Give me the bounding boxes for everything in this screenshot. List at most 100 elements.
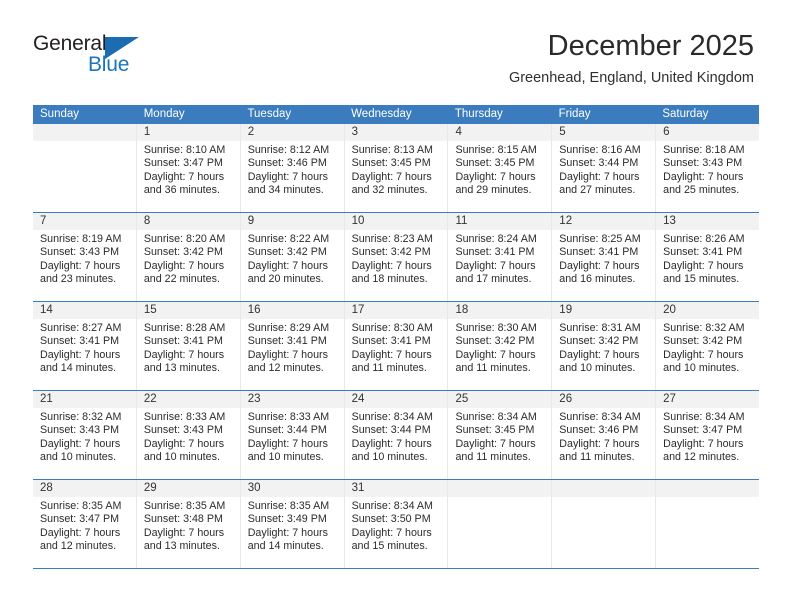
day-cell-28[interactable]: Sunrise: 8:35 AM Sunset: 3:47 PM Daylight:… (33, 497, 137, 568)
daylight-text-line1: Daylight: 7 hours (663, 348, 744, 361)
day-number-14[interactable]: 14 (33, 302, 137, 319)
day-number-row: 14 15 16 17 18 19 20 (33, 302, 759, 319)
day-cell-26[interactable]: Sunrise: 8:34 AM Sunset: 3:46 PM Daylight:… (552, 408, 657, 479)
day-cell-8[interactable]: Sunrise: 8:20 AM Sunset: 3:42 PM Daylight:… (137, 230, 241, 301)
day-cell-5[interactable]: Sunrise: 8:16 AM Sunset: 3:44 PM Daylight:… (552, 141, 657, 212)
day-cell-1[interactable]: Sunrise: 8:10 AM Sunset: 3:47 PM Daylight:… (137, 141, 241, 212)
daylight-text-line2: and 10 minutes. (143, 450, 220, 463)
day-cell-22[interactable]: Sunrise: 8:33 AM Sunset: 3:43 PM Daylight:… (137, 408, 241, 479)
day-cell-12[interactable]: Sunrise: 8:25 AM Sunset: 3:41 PM Daylight:… (552, 230, 657, 301)
day-cell-21[interactable]: Sunrise: 8:32 AM Sunset: 3:43 PM Daylight:… (33, 408, 137, 479)
sunset-text: Sunset: 3:43 PM (143, 424, 223, 437)
day-cell-2[interactable]: Sunrise: 8:12 AM Sunset: 3:46 PM Daylight:… (241, 141, 345, 212)
day-cell-3[interactable]: Sunrise: 8:13 AM Sunset: 3:45 PM Daylight:… (345, 141, 449, 212)
sunrise-text: Sunrise: 8:34 AM (351, 411, 433, 423)
sunset-text: Sunset: 3:42 PM (143, 246, 223, 259)
day-number-20[interactable]: 20 (656, 302, 759, 319)
day-cell-9[interactable]: Sunrise: 8:22 AM Sunset: 3:42 PM Daylight:… (241, 230, 345, 301)
day-number-16[interactable]: 16 (241, 302, 345, 319)
calendar-week-row: 1 2 3 4 5 6 Sunrise: 8:10 AM Sunset: 3:47 PM Day… (33, 124, 759, 213)
day-cell-10[interactable]: Sunrise: 8:23 AM Sunset: 3:42 PM Daylight:… (345, 230, 449, 301)
day-number-30[interactable]: 30 (241, 480, 345, 497)
sunset-text: Sunset: 3:41 PM (40, 335, 120, 348)
day-number-17[interactable]: 17 (345, 302, 449, 319)
page-subtitle: Greenhead, England, United Kingdom (508, 70, 754, 86)
daylight-text-line1: Daylight: 7 hours (559, 437, 640, 450)
day-number-6[interactable]: 6 (656, 124, 759, 141)
sunset-text: Sunset: 3:47 PM (143, 157, 223, 170)
day-number-29[interactable]: 29 (137, 480, 241, 497)
day-number-13[interactable]: 13 (656, 213, 759, 230)
daylight-text-line1: Daylight: 7 hours (351, 259, 432, 272)
day-cell-7[interactable]: Sunrise: 8:19 AM Sunset: 3:43 PM Daylight:… (33, 230, 137, 301)
day-detail-row: Sunrise: 8:19 AM Sunset: 3:43 PM Daylight:… (33, 230, 759, 301)
day-number-18[interactable]: 18 (448, 302, 553, 319)
day-cell-19[interactable]: Sunrise: 8:31 AM Sunset: 3:42 PM Daylight:… (552, 319, 657, 390)
day-number-1[interactable]: 1 (137, 124, 241, 141)
sunset-text: Sunset: 3:42 PM (663, 335, 743, 348)
daylight-text-line2: and 11 minutes. (455, 450, 531, 463)
sunset-text: Sunset: 3:42 PM (351, 246, 431, 259)
day-number-3[interactable]: 3 (345, 124, 449, 141)
calendar-week-row: 28 29 30 31 Sunrise: 8:35 AM Sunset: 3:47 PM D… (33, 480, 759, 569)
day-number-5[interactable]: 5 (552, 124, 657, 141)
day-number-9[interactable]: 9 (241, 213, 345, 230)
sunset-text: Sunset: 3:41 PM (247, 335, 327, 348)
day-cell-24[interactable]: Sunrise: 8:34 AM Sunset: 3:44 PM Daylight:… (345, 408, 449, 479)
day-number-15[interactable]: 15 (137, 302, 241, 319)
day-cell-18[interactable]: Sunrise: 8:30 AM Sunset: 3:42 PM Daylight:… (448, 319, 553, 390)
day-number-11[interactable]: 11 (448, 213, 553, 230)
daylight-text-line1: Daylight: 7 hours (247, 259, 328, 272)
day-cell-empty (448, 497, 553, 568)
sunrise-text: Sunrise: 8:34 AM (455, 411, 537, 423)
day-number-26[interactable]: 26 (552, 391, 657, 408)
daylight-text-line2: and 32 minutes. (351, 183, 428, 196)
day-number-24[interactable]: 24 (345, 391, 449, 408)
sunset-text: Sunset: 3:44 PM (559, 157, 639, 170)
day-cell-29[interactable]: Sunrise: 8:35 AM Sunset: 3:48 PM Daylight:… (137, 497, 241, 568)
day-cell-31[interactable]: Sunrise: 8:34 AM Sunset: 3:50 PM Daylight:… (345, 497, 449, 568)
day-number-31[interactable]: 31 (345, 480, 449, 497)
day-cell-30[interactable]: Sunrise: 8:35 AM Sunset: 3:49 PM Daylight:… (241, 497, 345, 568)
sunrise-text: Sunrise: 8:33 AM (247, 411, 330, 423)
sunrise-text: Sunrise: 8:18 AM (663, 144, 745, 156)
day-number-23[interactable]: 23 (241, 391, 345, 408)
day-cell-15[interactable]: Sunrise: 8:28 AM Sunset: 3:41 PM Daylight:… (137, 319, 241, 390)
day-number-4[interactable]: 4 (448, 124, 553, 141)
sunrise-text: Sunrise: 8:24 AM (455, 233, 537, 245)
day-cell-14[interactable]: Sunrise: 8:27 AM Sunset: 3:41 PM Daylight:… (33, 319, 137, 390)
day-cell-27[interactable]: Sunrise: 8:34 AM Sunset: 3:47 PM Daylight:… (656, 408, 759, 479)
daylight-text-line2: and 12 minutes. (40, 539, 117, 552)
day-number-7[interactable]: 7 (33, 213, 137, 230)
day-number-25[interactable]: 25 (448, 391, 553, 408)
daylight-text-line2: and 10 minutes. (663, 361, 740, 374)
day-cell-17[interactable]: Sunrise: 8:30 AM Sunset: 3:41 PM Daylight:… (345, 319, 449, 390)
day-number-2[interactable]: 2 (241, 124, 345, 141)
day-number-19[interactable]: 19 (552, 302, 657, 319)
sunrise-text: Sunrise: 8:13 AM (351, 144, 433, 156)
daylight-text-line2: and 15 minutes. (663, 272, 740, 285)
day-number-27[interactable]: 27 (656, 391, 759, 408)
daylight-text-line2: and 34 minutes. (247, 183, 324, 196)
daylight-text-line2: and 25 minutes. (663, 183, 740, 196)
day-number-28[interactable]: 28 (33, 480, 137, 497)
general-blue-logo[interactable]: General Blue (33, 32, 163, 84)
day-number-10[interactable]: 10 (345, 213, 449, 230)
weekday-header-wednesday: Wednesday (351, 108, 412, 120)
day-cell-13[interactable]: Sunrise: 8:26 AM Sunset: 3:41 PM Daylight:… (656, 230, 759, 301)
day-cell-empty (656, 497, 759, 568)
day-cell-23[interactable]: Sunrise: 8:33 AM Sunset: 3:44 PM Daylight:… (241, 408, 345, 479)
day-number-21[interactable]: 21 (33, 391, 137, 408)
day-cell-20[interactable]: Sunrise: 8:32 AM Sunset: 3:42 PM Daylight:… (656, 319, 759, 390)
day-cell-11[interactable]: Sunrise: 8:24 AM Sunset: 3:41 PM Daylight:… (448, 230, 553, 301)
day-number-8[interactable]: 8 (137, 213, 241, 230)
day-cell-6[interactable]: Sunrise: 8:18 AM Sunset: 3:43 PM Daylight:… (656, 141, 759, 212)
day-number-12[interactable]: 12 (552, 213, 657, 230)
day-cell-16[interactable]: Sunrise: 8:29 AM Sunset: 3:41 PM Daylight:… (241, 319, 345, 390)
daylight-text-line2: and 14 minutes. (247, 539, 324, 552)
daylight-text-line1: Daylight: 7 hours (247, 170, 328, 183)
day-number-empty (656, 480, 759, 497)
day-cell-25[interactable]: Sunrise: 8:34 AM Sunset: 3:45 PM Daylight:… (448, 408, 553, 479)
day-number-22[interactable]: 22 (137, 391, 241, 408)
day-cell-4[interactable]: Sunrise: 8:15 AM Sunset: 3:45 PM Daylight:… (448, 141, 553, 212)
